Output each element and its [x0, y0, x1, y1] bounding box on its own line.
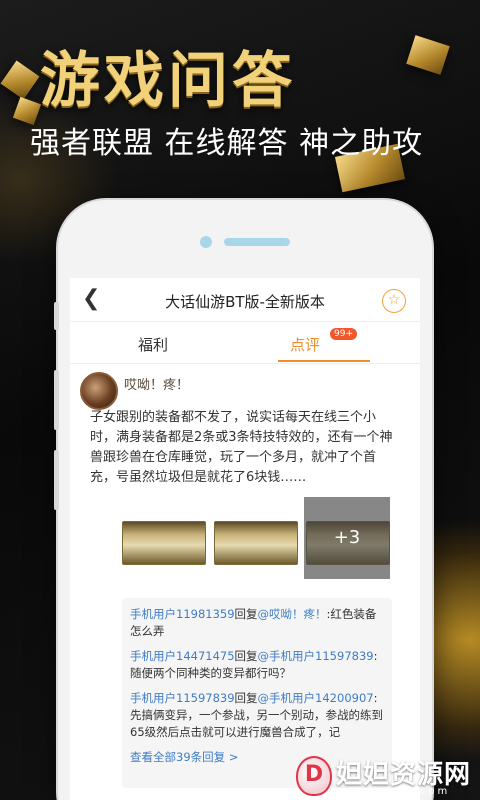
phone-speaker: [224, 238, 290, 246]
star-icon[interactable]: ☆: [382, 289, 406, 313]
reply-author[interactable]: 手机用户11981359: [130, 607, 235, 621]
review-count-badge: 99+: [330, 328, 357, 340]
post-text: 子女跟别的装备都不发了，说实话每天在线三个小时，满身装备都是2条或3条特技特效的…: [90, 410, 393, 485]
phone-side-button: [54, 302, 59, 330]
post-image-thumbnail[interactable]: [122, 521, 206, 565]
tab-welfare[interactable]: 福利: [138, 334, 168, 355]
reply-target[interactable]: @哎呦！疼！: [258, 607, 327, 621]
reply-verb: 回复: [234, 691, 258, 705]
reply-target[interactable]: @手机用户11597839: [258, 649, 374, 663]
reply-item[interactable]: 手机用户11981359回复@哎呦！疼！:红色装备怎么弄: [130, 606, 384, 640]
reply-item[interactable]: 手机用户11597839回复@手机用户14200907:先搞俩变异，一个参战，另…: [130, 690, 384, 741]
watermark-logo: D: [296, 756, 332, 796]
post-image-gallery: +3: [122, 497, 392, 579]
reply-verb: 回复: [234, 649, 258, 663]
tab-bar: 福利 点评 99+: [70, 322, 420, 364]
phone-camera: [200, 236, 212, 248]
reply-target[interactable]: @手机用户14200907: [258, 691, 374, 705]
post-image-thumbnail[interactable]: [214, 521, 298, 565]
watermark-domain: dadazzz.com: [352, 786, 451, 797]
reply-verb: 回复: [234, 607, 258, 621]
poster-subtitle: 强者联盟 在线解答 神之助攻: [30, 126, 424, 161]
phone-side-button: [54, 370, 59, 430]
phone-side-button: [54, 450, 59, 510]
post-username[interactable]: 哎呦！疼！: [124, 374, 189, 393]
reply-item[interactable]: 手机用户14471475回复@手机用户11597839:随便两个同种类的变异都行…: [130, 648, 384, 682]
reply-author[interactable]: 手机用户11597839: [130, 691, 235, 705]
reply-author[interactable]: 手机用户14471475: [130, 649, 235, 663]
avatar[interactable]: [80, 372, 118, 410]
active-tab-indicator: [278, 360, 370, 362]
watermark: D 妲妲资源网 dadazzz.com: [292, 752, 480, 800]
more-images-overlay[interactable]: +3: [304, 497, 390, 579]
page-title: 大话仙游BT版-全新版本: [165, 293, 325, 311]
app-screen: ❮ 大话仙游BT版-全新版本 ☆ 福利 点评 99+ 哎呦！疼！ 子女跟别的装备…: [70, 278, 420, 800]
phone-frame: ❮ 大话仙游BT版-全新版本 ☆ 福利 点评 99+ 哎呦！疼！ 子女跟别的装备…: [54, 200, 432, 800]
nav-bar: ❮ 大话仙游BT版-全新版本 ☆: [70, 278, 420, 322]
tab-review[interactable]: 点评: [290, 334, 320, 355]
poster-title: 游戏问答: [40, 46, 296, 116]
